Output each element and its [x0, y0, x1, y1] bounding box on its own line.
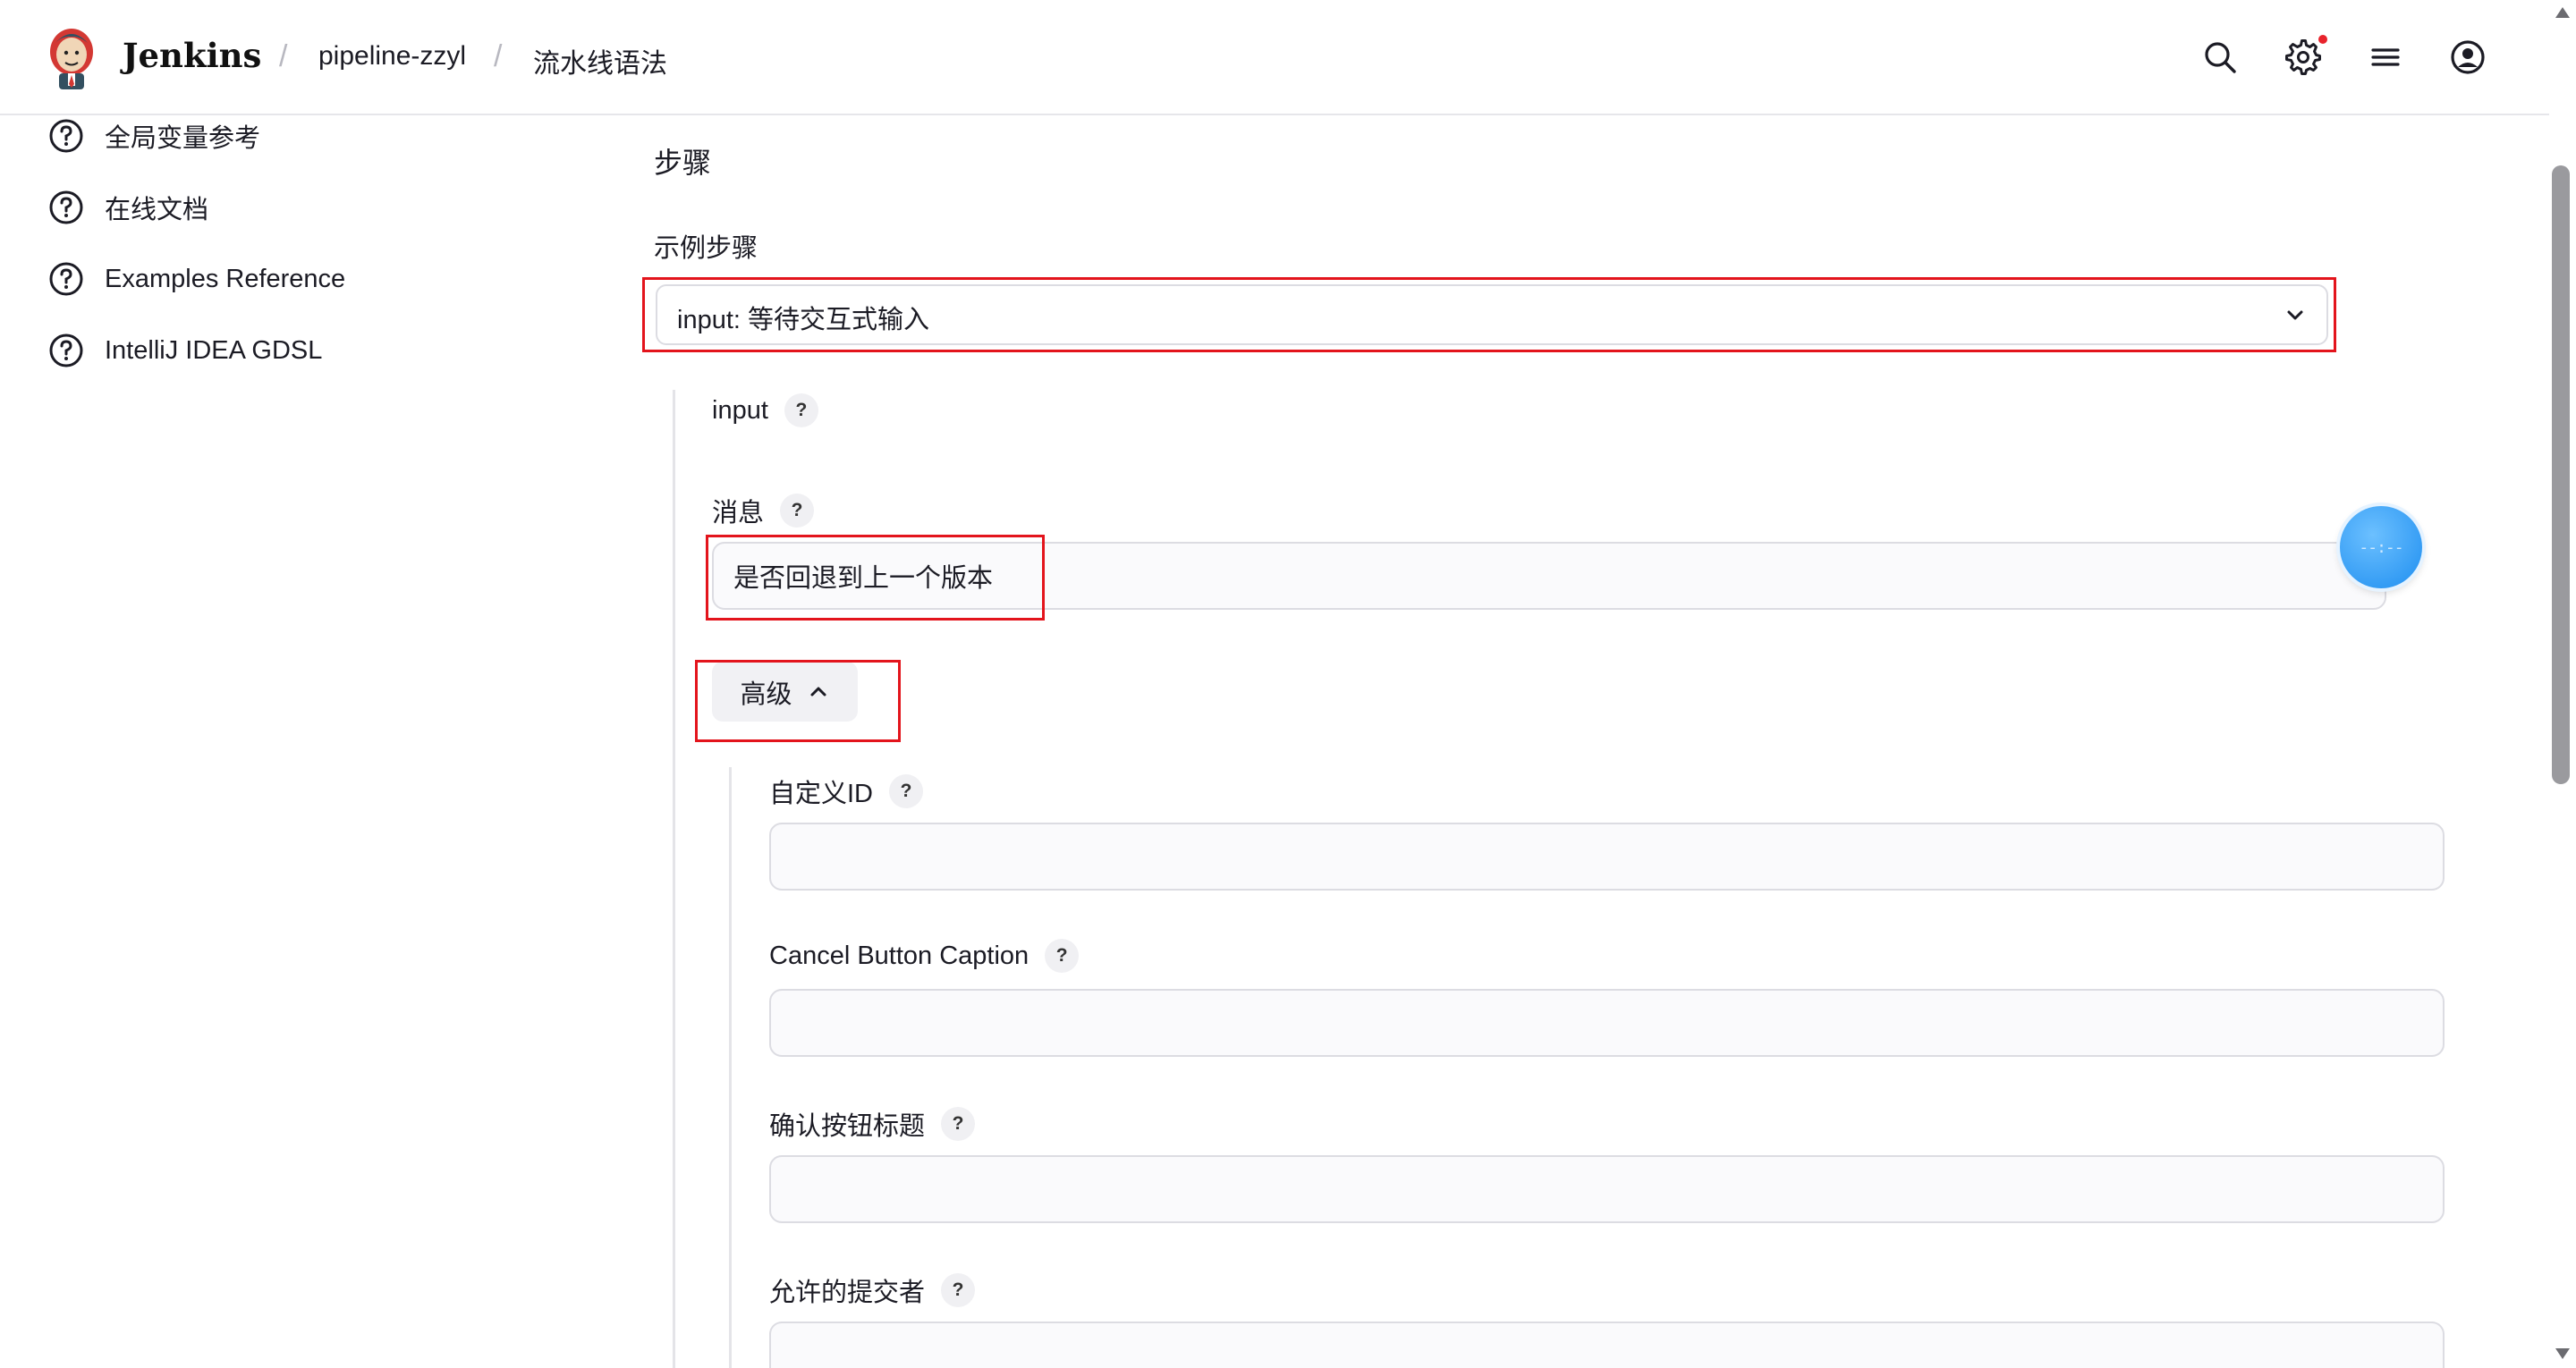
breadcrumb-separator: / [279, 39, 288, 73]
cancel-caption-field[interactable] [769, 989, 2445, 1057]
custom-id-input[interactable] [771, 824, 2443, 889]
submitter-field[interactable] [769, 1322, 2445, 1368]
custom-id-label-text: 自定义ID [769, 780, 874, 808]
brand-title[interactable]: Jenkins [123, 36, 261, 75]
advanced-indent-line [729, 767, 732, 1368]
sample-step-label: 示例步骤 [654, 227, 758, 265]
floating-button-text: --:-- [2359, 537, 2403, 557]
highlight-box-advanced [695, 660, 901, 742]
cancel-caption-input[interactable] [771, 991, 2443, 1055]
step-name-label: input ? [712, 393, 818, 427]
sidebar-item-examples-reference[interactable]: Examples Reference [48, 259, 345, 299]
menu-icon[interactable] [2368, 39, 2403, 75]
jenkins-logo[interactable] [47, 25, 97, 91]
ok-caption-field[interactable] [769, 1155, 2445, 1223]
sidebar-item-global-vars[interactable]: 全局变量参考 [48, 116, 260, 156]
ok-caption-label-text: 确认按钮标题 [769, 1112, 926, 1141]
breadcrumb-separator: / [494, 39, 503, 73]
section-title: 步骤 [654, 147, 712, 179]
sidebar-item-intellij-gdsl[interactable]: IntelliJ IDEA GDSL [48, 331, 322, 370]
help-circle-icon [48, 190, 84, 225]
submitter-label: 允许的提交者 ? [769, 1271, 976, 1309]
floating-clock-button[interactable]: --:-- [2340, 506, 2422, 588]
search-icon[interactable] [2202, 39, 2238, 75]
sidebar-item-online-docs[interactable]: 在线文档 [48, 188, 208, 227]
highlight-box-select [642, 277, 2336, 352]
submitter-input[interactable] [771, 1323, 2443, 1368]
help-button[interactable]: ? [1045, 939, 1080, 973]
help-circle-icon [48, 261, 84, 297]
step-name-text: input [712, 395, 768, 425]
top-header: Jenkins / pipeline-zzyl / 流水线语法 [0, 0, 2549, 115]
step-indent-line [673, 390, 675, 1368]
notification-dot [2318, 35, 2327, 44]
scroll-down-arrow-icon[interactable] [2552, 1345, 2573, 1363]
sidebar-item-label: IntelliJ IDEA GDSL [105, 335, 323, 365]
help-button[interactable]: ? [941, 1107, 976, 1141]
message-label: 消息 ? [712, 492, 815, 529]
message-label-text: 消息 [712, 499, 765, 528]
ok-caption-label: 确认按钮标题 ? [769, 1105, 976, 1143]
account-icon[interactable] [2450, 39, 2486, 75]
ok-caption-input[interactable] [771, 1157, 2443, 1221]
gear-icon[interactable] [2285, 39, 2321, 75]
sidebar-item-label: Examples Reference [105, 264, 346, 293]
submitter-label-text: 允许的提交者 [769, 1279, 926, 1307]
breadcrumb-item-pipeline-syntax[interactable]: 流水线语法 [533, 41, 667, 80]
help-circle-icon [48, 333, 84, 368]
custom-id-field[interactable] [769, 823, 2445, 891]
breadcrumb-item-pipeline[interactable]: pipeline-zzyl [318, 41, 466, 72]
sample-step-label-text: 示例步骤 [654, 234, 758, 263]
scrollbar-thumb[interactable] [2552, 165, 2570, 784]
cancel-caption-label: Cancel Button Caption ? [769, 939, 1080, 973]
help-button[interactable]: ? [784, 393, 818, 427]
highlight-box-message [706, 535, 1045, 621]
sidebar-item-label: 全局变量参考 [105, 124, 261, 153]
sidebar-item-label: 在线文档 [105, 196, 209, 224]
cancel-caption-label-text: Cancel Button Caption [769, 941, 1030, 970]
custom-id-label: 自定义ID ? [769, 773, 924, 810]
help-button[interactable]: ? [889, 774, 924, 808]
help-button[interactable]: ? [780, 494, 815, 528]
help-button[interactable]: ? [941, 1273, 976, 1307]
scroll-up-arrow-icon[interactable] [2552, 4, 2573, 21]
help-circle-icon [48, 118, 84, 154]
